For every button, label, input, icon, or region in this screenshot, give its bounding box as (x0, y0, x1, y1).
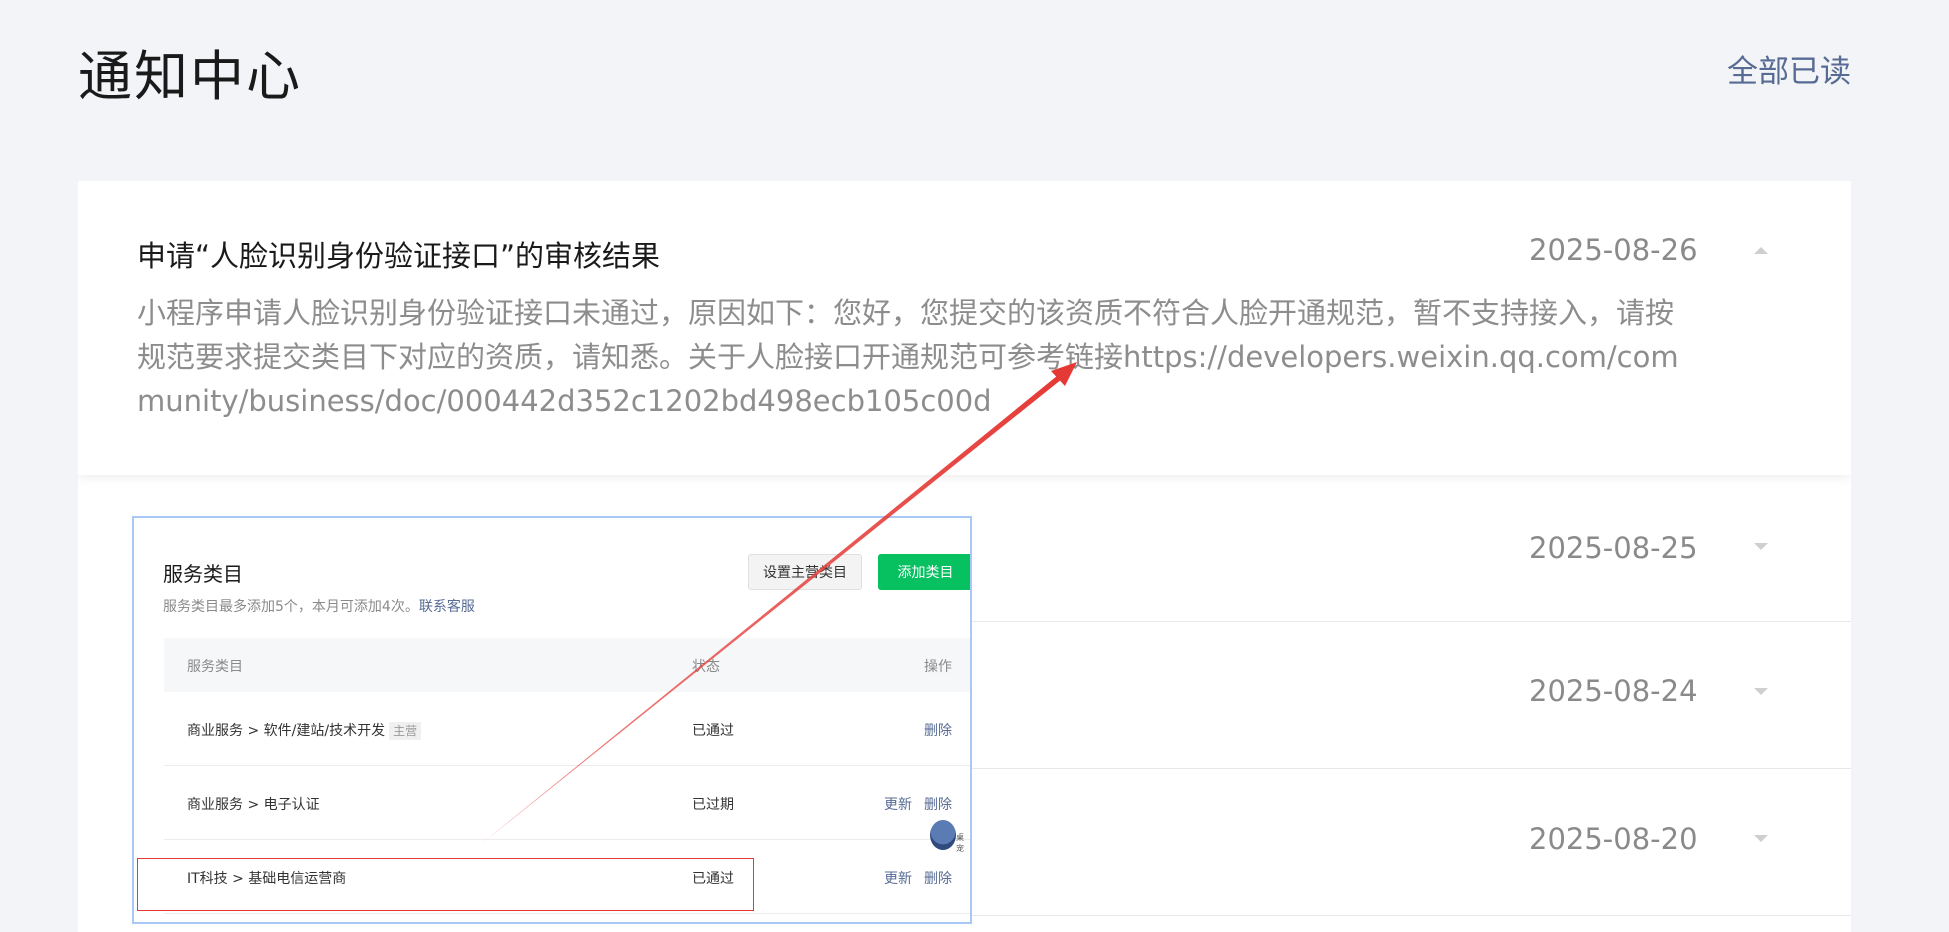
page-title: 通知中心 (78, 45, 302, 108)
category-cell: 商业服务 > 软件/建站/技术开发 主营 (187, 720, 422, 740)
table-header: 服务类目 状态 操作 (164, 638, 970, 692)
status-cell: 已通过 (692, 723, 734, 739)
update-link[interactable]: 更新 (884, 868, 912, 888)
mascot-icon (930, 820, 956, 850)
set-primary-category-button[interactable]: 设置主营类目 (748, 554, 862, 590)
chevron-down-icon[interactable] (1754, 688, 1768, 695)
table-row: 商业服务 > 软件/建站/技术开发 主营 已通过 删除 (164, 692, 970, 766)
chevron-up-icon[interactable] (1754, 247, 1768, 254)
status-cell: 已过期 (692, 797, 734, 813)
notification-item[interactable]: 申请“人脸识别身份验证接口”的审核结果 2025-08-26 小程序申请人脸识别… (78, 181, 1851, 475)
notification-title: 申请“人脸识别身份验证接口”的审核结果 (137, 239, 661, 273)
add-category-button[interactable]: 添加类目 (878, 554, 970, 590)
category-path: 商业服务 > 软件/建站/技术开发 (187, 723, 386, 739)
delete-link[interactable]: 删除 (924, 794, 952, 814)
notification-body: 小程序申请人脸识别身份验证接口未通过，原因如下：您好，您提交的该资质不符合人脸开… (137, 296, 1679, 418)
contact-support-link[interactable]: 联系客服 (419, 599, 475, 615)
delete-link[interactable]: 删除 (924, 720, 952, 740)
update-link[interactable]: 更新 (884, 794, 912, 814)
service-category-subtitle: 服务类目最多添加5个，本月可添加4次。联系客服 (163, 596, 475, 616)
chevron-down-icon[interactable] (1754, 835, 1768, 842)
column-header-category: 服务类目 (187, 659, 243, 675)
mascot-caption: 桌宠 (956, 833, 964, 853)
notification-date: 2025-08-26 (1529, 233, 1698, 267)
mark-all-read-link[interactable]: 全部已读 (1727, 46, 1851, 91)
service-category-title: 服务类目 (163, 562, 243, 586)
notification-date: 2025-08-25 (1529, 531, 1698, 565)
table-row: 商业服务 > 电子认证 已过期 更新 删除 (164, 766, 970, 840)
subtitle-text: 服务类目最多添加5个，本月可添加4次。 (163, 599, 419, 615)
notification-date: 2025-08-20 (1529, 822, 1698, 856)
notification-date: 2025-08-24 (1529, 674, 1698, 708)
highlight-box (137, 858, 754, 911)
primary-tag: 主营 (389, 722, 422, 740)
delete-link[interactable]: 删除 (924, 868, 952, 888)
column-header-actions: 操作 (924, 659, 952, 675)
chevron-down-icon[interactable] (1754, 543, 1768, 550)
embedded-screenshot: 服务类目 服务类目最多添加5个，本月可添加4次。联系客服 设置主营类目 添加类目… (132, 516, 972, 924)
category-path: 商业服务 > 电子认证 (187, 797, 320, 813)
column-header-status: 状态 (692, 659, 720, 675)
